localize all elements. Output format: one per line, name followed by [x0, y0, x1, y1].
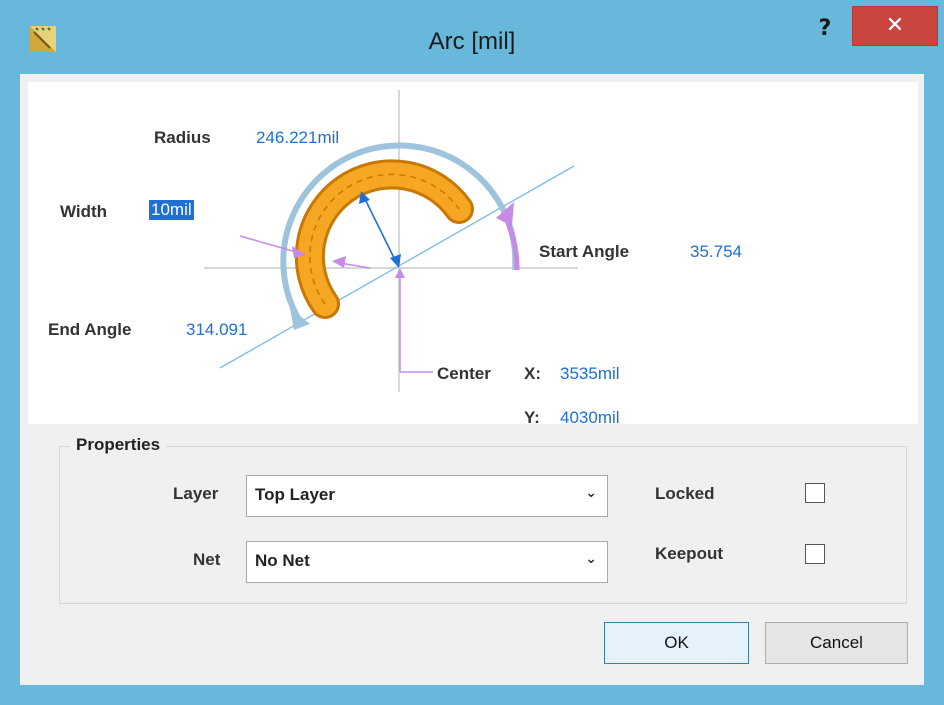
properties-group-title: Properties [70, 435, 167, 455]
width-label: Width [60, 202, 108, 221]
net-select[interactable]: No Net ⌄ [246, 541, 608, 583]
center-x-label: X: [524, 364, 541, 383]
chevron-down-icon: ⌄ [585, 485, 597, 501]
width-arrowhead-inner [332, 256, 346, 268]
layer-select-value: Top Layer [255, 485, 335, 504]
properties-group: Properties Layer Top Layer ⌄ Net No Net … [59, 435, 907, 604]
center-label: Center [437, 364, 491, 383]
start-angle-label: Start Angle [539, 242, 630, 261]
radius-label: Radius [154, 128, 211, 147]
dialog-client-area: Radius 246.221mil Width 10mil Start Angl… [20, 74, 924, 685]
net-select-value: No Net [255, 551, 310, 570]
keepout-label: Keepout [655, 544, 723, 563]
window-title: Arc [mil] [428, 28, 516, 55]
center-pointer-arrowhead [395, 268, 405, 278]
radius-arrow [363, 196, 397, 263]
arc-dialog-window: Arc [mil] ? ✕ Radius 246.221mil Width 10… [0, 0, 944, 705]
layer-label: Layer [173, 484, 219, 503]
center-x-value[interactable]: 3535mil [560, 364, 620, 384]
start-angle-value[interactable]: 35.754 [690, 242, 742, 262]
chevron-down-icon: ⌄ [585, 551, 597, 567]
ok-button[interactable]: OK [604, 622, 749, 664]
keepout-checkbox[interactable] [805, 544, 825, 564]
help-button[interactable]: ? [810, 16, 840, 46]
radius-value[interactable]: 246.221mil [256, 128, 339, 148]
title-bar: Arc [mil] ? ✕ [0, 0, 944, 74]
width-value-input[interactable]: 10mil [149, 200, 194, 220]
locked-checkbox[interactable] [805, 483, 825, 503]
cancel-button[interactable]: Cancel [765, 622, 908, 664]
layer-select[interactable]: Top Layer ⌄ [246, 475, 608, 517]
end-angle-label: End Angle [48, 320, 132, 339]
locked-label: Locked [655, 484, 715, 503]
arc-diagram-panel: Radius 246.221mil Width 10mil Start Angl… [28, 82, 918, 427]
close-button[interactable]: ✕ [852, 6, 938, 46]
center-y-value[interactable]: 4030mil [560, 408, 620, 428]
end-angle-value[interactable]: 314.091 [186, 320, 247, 340]
net-label: Net [193, 550, 221, 569]
center-y-label: Y: [524, 408, 540, 427]
